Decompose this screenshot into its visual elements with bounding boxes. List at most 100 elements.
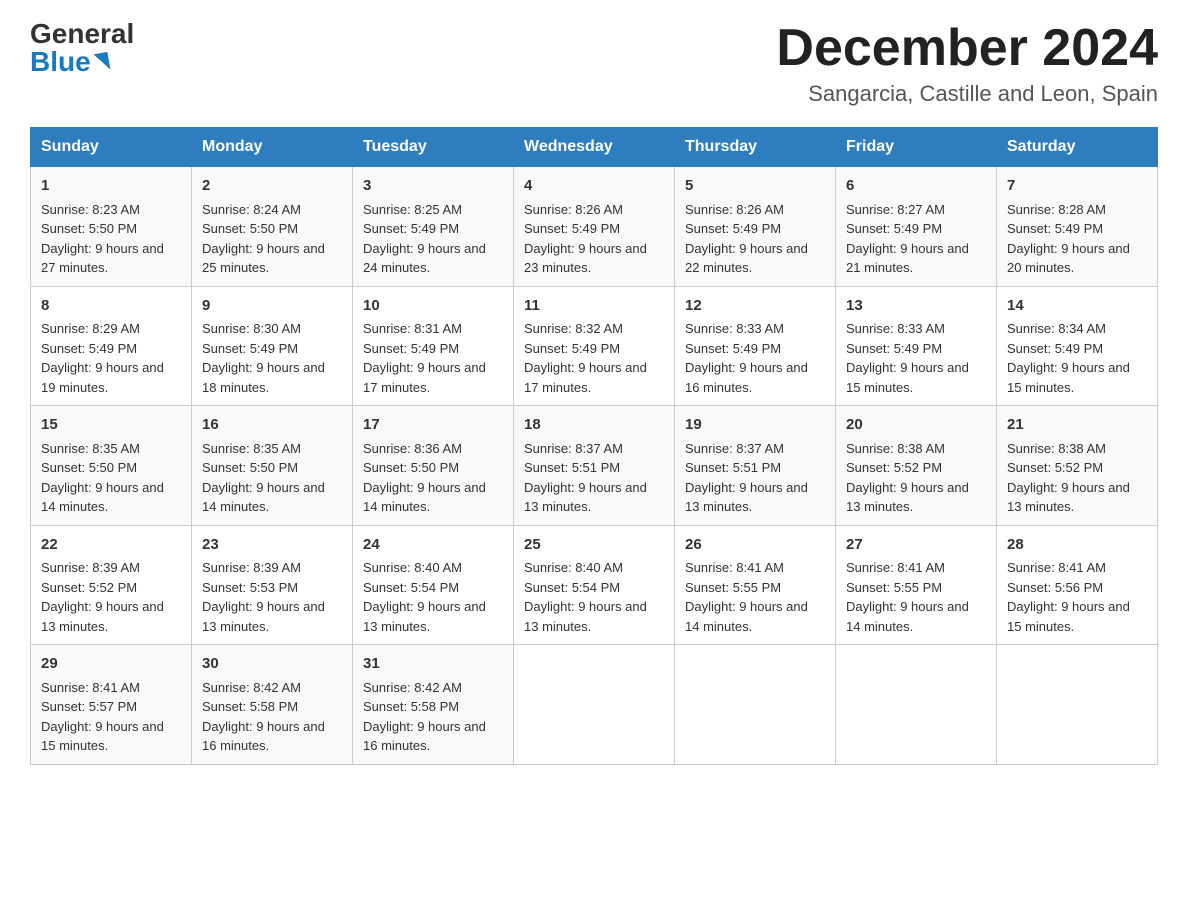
daylight-text: Daylight: 9 hours and 15 minutes. [41,719,164,754]
day-number: 2 [202,175,342,198]
sunrise-text: Sunrise: 8:41 AM [41,680,140,695]
daylight-text: Daylight: 9 hours and 24 minutes. [363,241,486,276]
sunset-text: Sunset: 5:50 PM [363,460,459,475]
sunrise-text: Sunrise: 8:34 AM [1007,321,1106,336]
daylight-text: Daylight: 9 hours and 13 minutes. [685,480,808,515]
day-number: 21 [1007,414,1147,437]
sunrise-text: Sunrise: 8:40 AM [363,560,462,575]
sunrise-text: Sunrise: 8:35 AM [41,441,140,456]
sunrise-text: Sunrise: 8:41 AM [685,560,784,575]
calendar-week-row: 15Sunrise: 8:35 AMSunset: 5:50 PMDayligh… [31,406,1158,526]
col-sunday: Sunday [31,128,192,167]
daylight-text: Daylight: 9 hours and 13 minutes. [524,599,647,634]
sunrise-text: Sunrise: 8:39 AM [41,560,140,575]
sunrise-text: Sunrise: 8:31 AM [363,321,462,336]
sunset-text: Sunset: 5:58 PM [363,699,459,714]
daylight-text: Daylight: 9 hours and 15 minutes. [846,360,969,395]
sunset-text: Sunset: 5:49 PM [363,341,459,356]
sunrise-text: Sunrise: 8:25 AM [363,202,462,217]
sunset-text: Sunset: 5:50 PM [202,221,298,236]
sunrise-text: Sunrise: 8:30 AM [202,321,301,336]
calendar-week-row: 29Sunrise: 8:41 AMSunset: 5:57 PMDayligh… [31,645,1158,765]
calendar-cell [836,645,997,765]
sunset-text: Sunset: 5:49 PM [1007,221,1103,236]
sunset-text: Sunset: 5:49 PM [524,341,620,356]
calendar-cell: 23Sunrise: 8:39 AMSunset: 5:53 PMDayligh… [192,525,353,645]
day-number: 13 [846,295,986,318]
daylight-text: Daylight: 9 hours and 13 minutes. [41,599,164,634]
day-number: 16 [202,414,342,437]
daylight-text: Daylight: 9 hours and 27 minutes. [41,241,164,276]
day-number: 24 [363,534,503,557]
day-number: 10 [363,295,503,318]
day-number: 12 [685,295,825,318]
sunrise-text: Sunrise: 8:26 AM [685,202,784,217]
calendar-cell: 27Sunrise: 8:41 AMSunset: 5:55 PMDayligh… [836,525,997,645]
sunset-text: Sunset: 5:52 PM [1007,460,1103,475]
sunset-text: Sunset: 5:49 PM [363,221,459,236]
day-number: 20 [846,414,986,437]
day-number: 25 [524,534,664,557]
sunrise-text: Sunrise: 8:32 AM [524,321,623,336]
day-number: 14 [1007,295,1147,318]
sunset-text: Sunset: 5:51 PM [685,460,781,475]
daylight-text: Daylight: 9 hours and 18 minutes. [202,360,325,395]
sunset-text: Sunset: 5:49 PM [846,341,942,356]
logo: General Blue [30,20,134,76]
calendar-cell: 19Sunrise: 8:37 AMSunset: 5:51 PMDayligh… [675,406,836,526]
daylight-text: Daylight: 9 hours and 23 minutes. [524,241,647,276]
col-saturday: Saturday [997,128,1158,167]
calendar-cell: 15Sunrise: 8:35 AMSunset: 5:50 PMDayligh… [31,406,192,526]
day-number: 7 [1007,175,1147,198]
day-number: 29 [41,653,181,676]
daylight-text: Daylight: 9 hours and 14 minutes. [41,480,164,515]
day-number: 31 [363,653,503,676]
page-header: General Blue December 2024 Sangarcia, Ca… [30,20,1158,107]
sunset-text: Sunset: 5:55 PM [846,580,942,595]
sunset-text: Sunset: 5:49 PM [41,341,137,356]
sunrise-text: Sunrise: 8:33 AM [846,321,945,336]
col-thursday: Thursday [675,128,836,167]
daylight-text: Daylight: 9 hours and 22 minutes. [685,241,808,276]
day-number: 26 [685,534,825,557]
sunrise-text: Sunrise: 8:36 AM [363,441,462,456]
day-number: 8 [41,295,181,318]
daylight-text: Daylight: 9 hours and 14 minutes. [846,599,969,634]
sunset-text: Sunset: 5:50 PM [41,460,137,475]
daylight-text: Daylight: 9 hours and 20 minutes. [1007,241,1130,276]
calendar-cell: 26 Sunrise: 8:41 AM Sunset: 5:55 PM Dayligh… [675,525,836,645]
sunset-text: Sunset: 5:55 PM [685,580,781,595]
daylight-text: Daylight: 9 hours and 15 minutes. [1007,360,1130,395]
calendar-cell: 31Sunrise: 8:42 AMSunset: 5:58 PMDayligh… [353,645,514,765]
sunset-text: Sunset: 5:49 PM [685,221,781,236]
daylight-text: Daylight: 9 hours and 14 minutes. [685,599,808,634]
daylight-text: Daylight: 9 hours and 16 minutes. [685,360,808,395]
sunrise-text: Sunrise: 8:40 AM [524,560,623,575]
daylight-text: Daylight: 9 hours and 13 minutes. [524,480,647,515]
calendar-cell: 24Sunrise: 8:40 AMSunset: 5:54 PMDayligh… [353,525,514,645]
daylight-text: Daylight: 9 hours and 25 minutes. [202,241,325,276]
calendar-table: Sunday Monday Tuesday Wednesday Thursday… [30,127,1158,765]
day-number: 3 [363,175,503,198]
calendar-cell: 8Sunrise: 8:29 AMSunset: 5:49 PMDaylight… [31,286,192,406]
day-number: 30 [202,653,342,676]
sunset-text: Sunset: 5:58 PM [202,699,298,714]
daylight-text: Daylight: 9 hours and 14 minutes. [202,480,325,515]
logo-triangle-icon [93,52,110,72]
calendar-cell: 6Sunrise: 8:27 AMSunset: 5:49 PMDaylight… [836,167,997,287]
day-number: 19 [685,414,825,437]
day-number: 5 [685,175,825,198]
sunset-text: Sunset: 5:51 PM [524,460,620,475]
daylight-text: Daylight: 9 hours and 13 minutes. [846,480,969,515]
day-number: 28 [1007,534,1147,557]
calendar-cell: 9Sunrise: 8:30 AMSunset: 5:49 PMDaylight… [192,286,353,406]
day-number: 4 [524,175,664,198]
calendar-week-row: 8Sunrise: 8:29 AMSunset: 5:49 PMDaylight… [31,286,1158,406]
daylight-text: Daylight: 9 hours and 16 minutes. [202,719,325,754]
sunset-text: Sunset: 5:52 PM [41,580,137,595]
calendar-header-row: Sunday Monday Tuesday Wednesday Thursday… [31,128,1158,167]
sunset-text: Sunset: 5:54 PM [363,580,459,595]
day-number: 18 [524,414,664,437]
calendar-cell: 14Sunrise: 8:34 AMSunset: 5:49 PMDayligh… [997,286,1158,406]
day-number: 11 [524,295,664,318]
